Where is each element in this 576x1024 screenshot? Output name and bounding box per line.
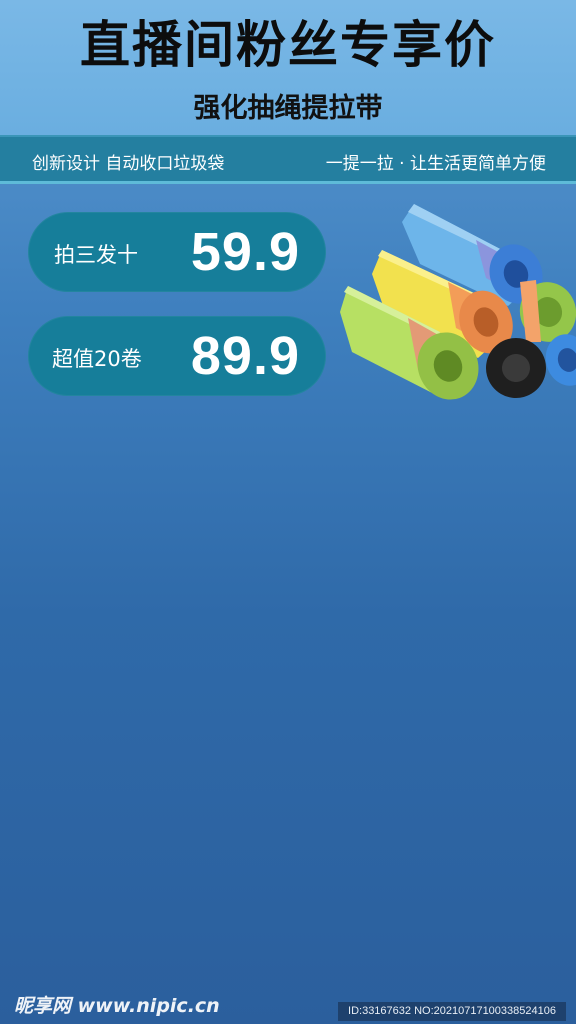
header-banner: 直播间粉丝专享价 强化抽绳提拉带 bbox=[0, 0, 576, 135]
offer-label: 拍三发十 bbox=[54, 243, 138, 267]
feature-text-left: 创新设计 自动收口垃圾袋 bbox=[32, 154, 225, 174]
trash-bag-rolls-icon bbox=[336, 182, 576, 418]
offer-price: 89.9 bbox=[190, 326, 300, 386]
watermark-id: ID:33167632 NO:20210717100338524106 bbox=[338, 1002, 566, 1021]
feature-strip: 创新设计 自动收口垃圾袋 一提一拉 · 让生活更简单方便 bbox=[0, 135, 576, 184]
watermark-brand: 昵享网 www.nipic.cn bbox=[14, 995, 220, 1017]
offer-pill-2: 超值20卷 89.9 bbox=[28, 316, 326, 396]
offer-pill-1: 拍三发十 59.9 bbox=[28, 212, 326, 292]
page-title: 直播间粉丝专享价 bbox=[80, 16, 496, 74]
feature-text-right: 一提一拉 · 让生活更简单方便 bbox=[325, 154, 546, 174]
offer-price: 59.9 bbox=[190, 222, 300, 282]
page-subtitle: 强化抽绳提拉带 bbox=[193, 93, 383, 124]
offer-label: 超值20卷 bbox=[52, 347, 142, 371]
